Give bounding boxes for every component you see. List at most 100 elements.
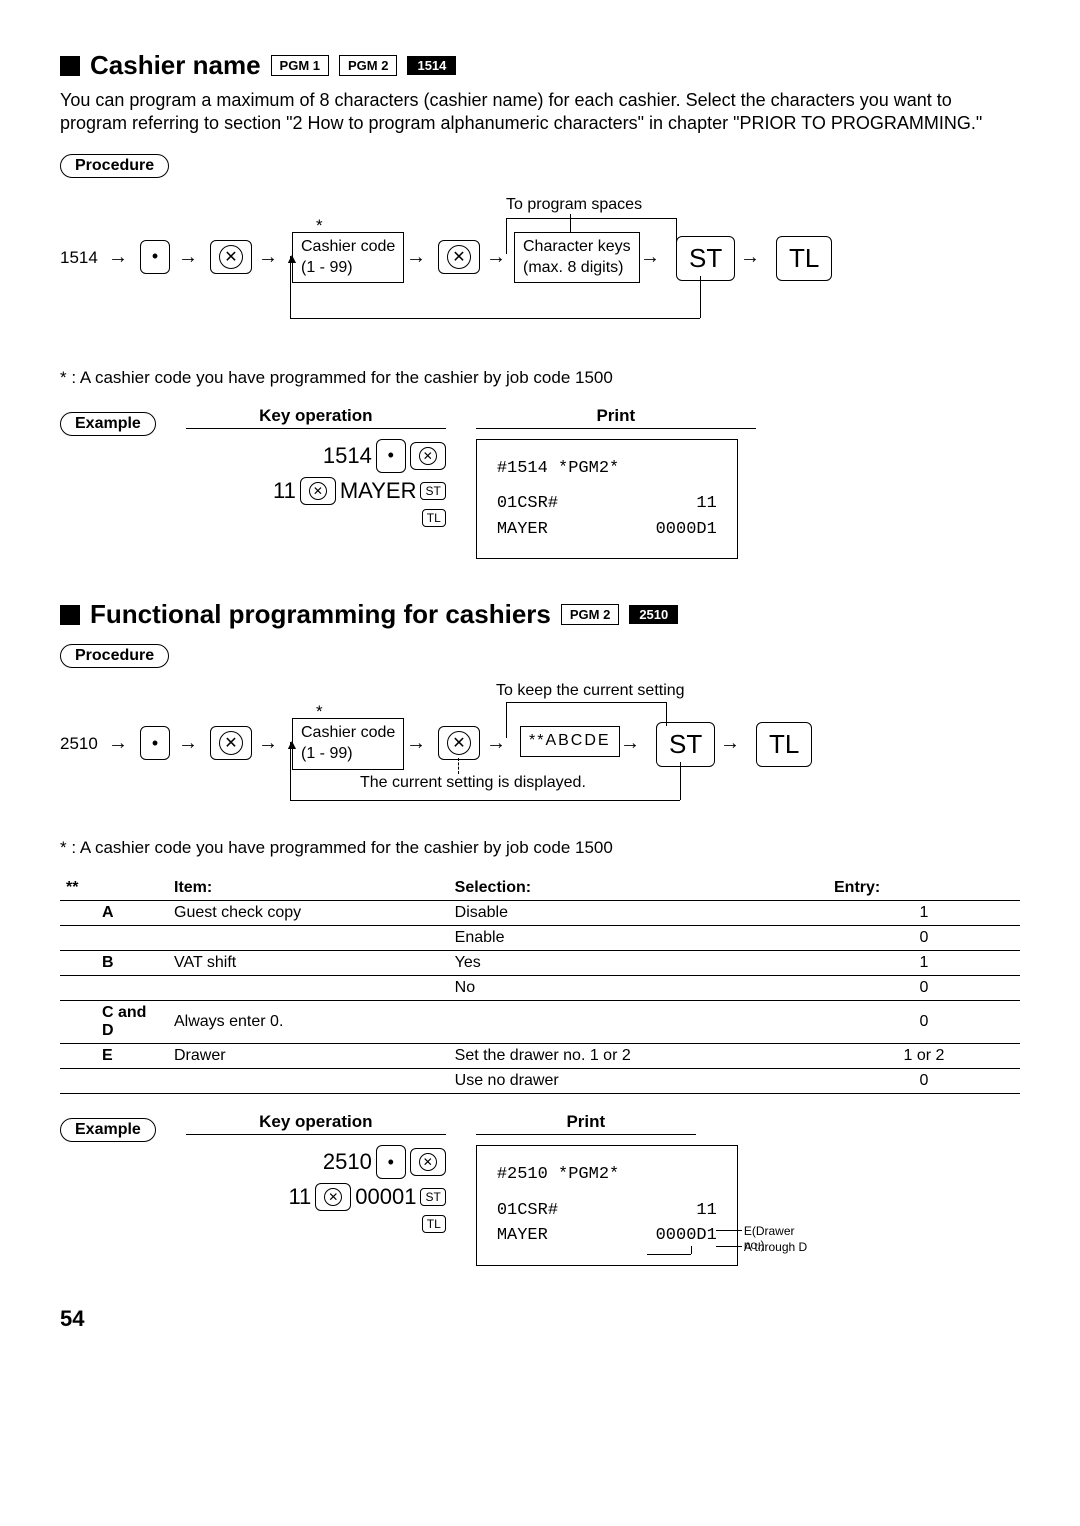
keyop2-line3: TL xyxy=(186,1215,446,1233)
multiply-key-icon: ✕ xyxy=(410,442,446,470)
print-head-2: Print xyxy=(476,1112,696,1135)
tl-key: TL xyxy=(756,722,812,767)
keyop1-line1: 1514 • ✕ xyxy=(186,439,446,473)
procedure-diagram-2: 2510 → • → ✕ → * Cashier code (1 - 99) →… xyxy=(60,678,1020,828)
dot-key-icon: • xyxy=(140,240,170,274)
table-row: No0 xyxy=(60,976,1020,1001)
table-row: C and DAlways enter 0.0 xyxy=(60,1001,1020,1044)
keyop2-line2: 11 ✕ 00001 ST xyxy=(186,1183,446,1211)
example-label-2: Example xyxy=(60,1118,156,1142)
arrow-icon: → xyxy=(258,732,278,755)
print2-l3a: MAYER xyxy=(497,1223,548,1249)
procedure-label-1: Procedure xyxy=(60,154,169,178)
arrow-icon: → xyxy=(486,246,506,269)
dot-key-icon: • xyxy=(376,1145,406,1179)
cashier-code-l2: (1 - 99) xyxy=(301,258,395,279)
st-key: ST xyxy=(656,722,715,767)
multiply-key-icon: ✕ xyxy=(438,240,480,274)
print-head-1: Print xyxy=(476,406,756,429)
arrow-icon: → xyxy=(740,246,760,269)
multiply-key-icon: ✕ xyxy=(300,477,336,505)
procedure-label-2: Procedure xyxy=(60,644,169,668)
arrow-icon: → xyxy=(406,246,426,269)
keyop-head-1: Key operation xyxy=(186,406,446,429)
multiply-key-icon: ✕ xyxy=(438,726,480,760)
table-row: BVAT shiftYes1 xyxy=(60,951,1020,976)
keyop1-line3: TL xyxy=(186,509,446,527)
multiply-key-icon: ✕ xyxy=(210,726,252,760)
char-keys-l1: Character keys xyxy=(523,237,631,258)
arrow-icon: → xyxy=(620,732,640,755)
st-key: ST xyxy=(676,236,735,281)
print1-l3b: 0000D1 xyxy=(656,517,717,543)
arrow-icon: → xyxy=(720,732,740,755)
keyop1-line2: 11 ✕ MAYER ST xyxy=(186,477,446,505)
th-selection: Selection: xyxy=(449,876,828,901)
print2-l1: #2510 *PGM2* xyxy=(497,1162,717,1188)
example-label-1: Example xyxy=(60,412,156,436)
print1-l2a: 01CSR# xyxy=(497,491,558,517)
print2-l2b: 11 xyxy=(696,1198,716,1224)
badge-1514: 1514 xyxy=(407,56,456,75)
section2-footnote: * : A cashier code you have programmed f… xyxy=(60,838,1020,858)
current-setting-note: The current setting is displayed. xyxy=(360,774,586,792)
section1-title: Cashier name PGM 1 PGM 2 1514 xyxy=(60,50,1020,81)
th-star: ** xyxy=(60,876,96,901)
arrow-icon: → xyxy=(258,246,278,269)
st-key-small: ST xyxy=(420,482,445,500)
print2-l2a: 01CSR# xyxy=(497,1198,558,1224)
print1-l1: #1514 *PGM2* xyxy=(497,456,717,482)
char-keys-box: Character keys (max. 8 digits) xyxy=(514,232,640,284)
table-row: AGuest check copyDisable1 xyxy=(60,901,1020,926)
badge-pgm1: PGM 1 xyxy=(271,55,329,76)
print-box-2: #2510 *PGM2* 01CSR# 11 MAYER 0000D1 xyxy=(476,1145,738,1266)
cashier-code2-l2: (1 - 99) xyxy=(301,744,395,765)
print1-l3a: MAYER xyxy=(497,517,548,543)
arrow-icon: → xyxy=(108,732,128,755)
multiply-key-icon: ✕ xyxy=(210,240,252,274)
cashier-code-l1: Cashier code xyxy=(301,237,395,258)
keyop2-line1: 2510 • ✕ xyxy=(186,1145,446,1179)
arrow-icon: → xyxy=(178,246,198,269)
badge-pgm2-b: PGM 2 xyxy=(561,604,619,625)
filled-square-icon xyxy=(60,605,80,625)
table-row: EDrawerSet the drawer no. 1 or 21 or 2 xyxy=(60,1044,1020,1069)
cashier-code-box: Cashier code (1 - 99) xyxy=(292,232,404,284)
section1-paragraph: You can program a maximum of 8 character… xyxy=(60,89,1020,136)
arrow-icon: → xyxy=(406,732,426,755)
table-row: Enable0 xyxy=(60,926,1020,951)
section1-footnote: * : A cashier code you have programmed f… xyxy=(60,368,1020,388)
tl-key-small: TL xyxy=(422,1215,446,1233)
char-keys-l2: (max. 8 digits) xyxy=(523,258,631,279)
keyop2-num2: 11 xyxy=(288,1184,311,1210)
th-item: Item: xyxy=(168,876,449,901)
print1-l2b: 11 xyxy=(696,491,716,517)
keyop-head-2: Key operation xyxy=(186,1112,446,1135)
th-entry: Entry: xyxy=(828,876,1020,901)
program-spaces-note: To program spaces xyxy=(506,196,642,214)
print-box-1: #1514 *PGM2* 01CSR# 11 MAYER 0000D1 xyxy=(476,439,738,560)
table-row: Use no drawer0 xyxy=(60,1069,1020,1094)
section2-title: Functional programming for cashiers PGM … xyxy=(60,599,1020,630)
abcde-box: **ABCDE xyxy=(520,726,620,757)
page-number: 54 xyxy=(60,1306,1020,1332)
multiply-key-icon: ✕ xyxy=(315,1183,351,1211)
keyop1-num2: 11 xyxy=(273,478,296,504)
section2-title-text: Functional programming for cashiers xyxy=(90,599,551,630)
filled-square-icon xyxy=(60,56,80,76)
keyop2-val: 00001 xyxy=(355,1184,416,1210)
arrow-icon: → xyxy=(178,732,198,755)
multiply-key-icon: ✕ xyxy=(410,1148,446,1176)
keyop2-num1: 2510 xyxy=(323,1149,372,1175)
procedure-diagram-1: 1514 → • → ✕ → * Cashier code (1 - 99) →… xyxy=(60,188,1020,358)
dot-key-icon: • xyxy=(376,439,406,473)
keyop1-num1: 1514 xyxy=(323,443,372,469)
items-table: ** Item: Selection: Entry: AGuest check … xyxy=(60,876,1020,1094)
print2-l3b: 0000D1 xyxy=(656,1223,717,1249)
badge-2510: 2510 xyxy=(629,605,678,624)
annotation-ad: A through D xyxy=(744,1240,807,1254)
cashier-code2-l1: Cashier code xyxy=(301,723,395,744)
keyop1-name: MAYER xyxy=(340,478,417,504)
tl-key-small: TL xyxy=(422,509,446,527)
dot-key-icon: • xyxy=(140,726,170,760)
